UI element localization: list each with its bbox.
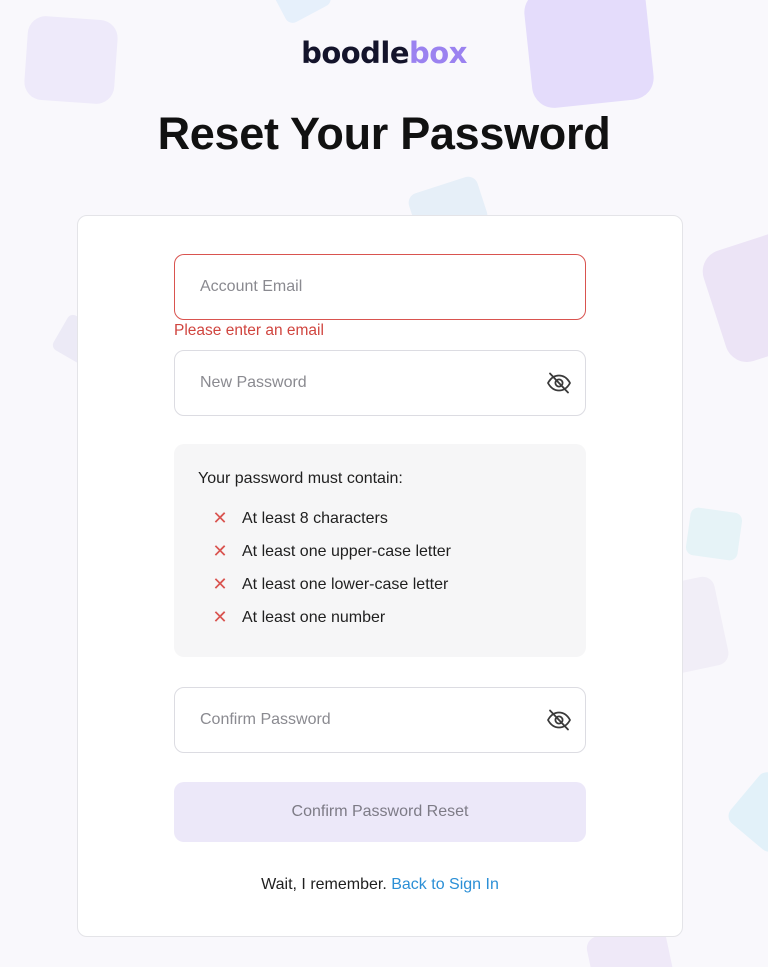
requirement-item: ✕ At least 8 characters [198, 502, 562, 535]
back-to-sign-in-link[interactable]: Back to Sign In [391, 876, 499, 893]
x-mark-icon: ✕ [212, 607, 228, 627]
requirement-label: At least one upper-case letter [242, 542, 452, 560]
reset-password-card: Please enter an email Your password must… [77, 215, 683, 937]
requirement-item: ✕ At least one upper-case letter [198, 535, 562, 568]
requirement-item: ✕ At least one lower-case letter [198, 568, 562, 601]
new-password-field[interactable] [174, 350, 586, 416]
password-requirements: Your password must contain: ✕ At least 8… [174, 444, 586, 657]
page-title: Reset Your Password [157, 108, 611, 159]
brand-logo: boodlebox [0, 36, 768, 70]
confirm-password-reset-button[interactable]: Confirm Password Reset [174, 782, 586, 842]
eye-slash-icon[interactable] [545, 369, 573, 397]
x-mark-icon: ✕ [212, 574, 228, 594]
confirm-password-field[interactable] [174, 687, 586, 753]
background-tile [684, 506, 744, 562]
footer-prompt: Wait, I remember. [261, 876, 387, 893]
x-mark-icon: ✕ [212, 508, 228, 528]
requirements-title: Your password must contain: [198, 470, 403, 487]
background-tile [272, 0, 334, 26]
requirement-item: ✕ At least one number [198, 601, 562, 634]
requirements-list: ✕ At least 8 characters ✕ At least one u… [198, 502, 562, 634]
logo-text-accent: box [409, 36, 467, 70]
background-tile [697, 220, 768, 368]
logo-text-main: boodle [301, 36, 410, 70]
confirm-password-input[interactable] [200, 711, 545, 729]
email-field[interactable] [174, 254, 586, 320]
requirement-label: At least one number [242, 608, 386, 626]
eye-slash-icon[interactable] [545, 706, 573, 734]
new-password-input[interactable] [200, 374, 545, 392]
requirement-label: At least one lower-case letter [242, 575, 449, 593]
email-input[interactable] [200, 278, 571, 296]
background-tile [724, 768, 768, 856]
requirement-label: At least 8 characters [242, 509, 388, 527]
back-to-sign-in-line: Wait, I remember. Back to Sign In [78, 876, 682, 894]
email-error-message: Please enter an email [174, 322, 324, 339]
x-mark-icon: ✕ [212, 541, 228, 561]
